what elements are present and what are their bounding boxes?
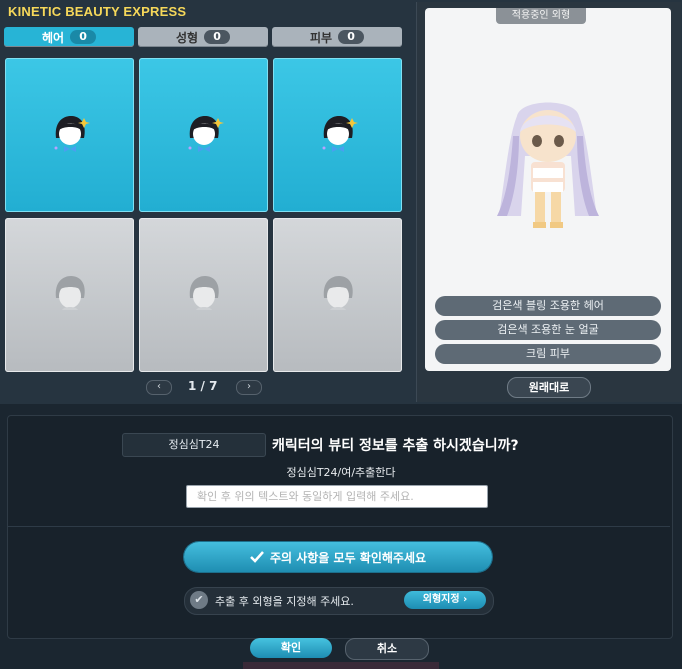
grid-item-empty	[139, 218, 268, 372]
hair-icon	[322, 116, 358, 152]
hair-icon	[54, 116, 90, 152]
tab-hair-label: 헤어	[41, 30, 65, 45]
reset-button[interactable]: 원래대로	[507, 377, 591, 398]
designate-look-button[interactable]: 외형지정 ›	[404, 591, 486, 609]
check-icon	[250, 551, 264, 563]
preview-label: 적용중인 외형	[496, 8, 586, 24]
grid-item[interactable]	[5, 58, 134, 212]
tab-skin-label: 피부	[309, 30, 333, 45]
character-name: 정심심T24	[122, 433, 266, 457]
next-page-button[interactable]: ›	[236, 380, 262, 395]
beauty-item-grid	[0, 52, 410, 378]
tab-hair-count: 0	[70, 30, 97, 44]
hair-icon	[188, 116, 224, 152]
tab-skin[interactable]: 피부 0	[272, 27, 402, 47]
bottom-strip	[243, 662, 439, 669]
cancel-button[interactable]: 취소	[345, 638, 429, 660]
tab-face-count: 0	[204, 30, 231, 44]
grid-item-empty	[273, 218, 402, 372]
grid-item[interactable]	[273, 58, 402, 212]
hair-placeholder-icon	[323, 276, 353, 310]
ok-button[interactable]: 확인	[250, 638, 332, 658]
page-indicator: 1 / 7	[188, 379, 218, 393]
tab-skin-count: 0	[338, 30, 365, 44]
look-face: 검은색 조용한 눈 얼굴	[435, 320, 661, 340]
look-hair: 검은색 블링 조용한 헤어	[435, 296, 661, 316]
grid-item-empty	[5, 218, 134, 372]
tab-hair[interactable]: 헤어 0	[4, 27, 134, 47]
hair-placeholder-icon	[55, 276, 85, 310]
prev-page-button[interactable]: ‹	[146, 380, 172, 395]
check-icon: ✔	[190, 591, 208, 609]
confirm-text-input[interactable]	[186, 485, 488, 508]
grid-item[interactable]	[139, 58, 268, 212]
chevron-right-icon: ›	[463, 594, 468, 605]
character-avatar	[497, 102, 599, 228]
look-skin: 크림 피부	[435, 344, 661, 364]
hair-placeholder-icon	[189, 276, 219, 310]
notice-confirm-label: 주의 사항을 모두 확인해주세요	[269, 550, 427, 565]
set-look-text: 추출 후 외형을 지정해 주세요.	[215, 595, 354, 608]
tab-face[interactable]: 성형 0	[138, 27, 268, 47]
preview-canvas	[425, 8, 671, 371]
divider	[8, 526, 670, 527]
tab-face-label: 성형	[175, 30, 199, 45]
confirm-instruction: 정심심T24/여/추출한다	[286, 466, 396, 479]
dialog-question: 캐릭터의 뷰티 정보를 추출 하시겠습니까?	[272, 438, 519, 454]
notice-confirm-button[interactable]: 주의 사항을 모두 확인해주세요	[184, 542, 492, 572]
designate-look-label: 외형지정	[422, 594, 460, 605]
window-title: KINETIC BEAUTY EXPRESS	[8, 4, 187, 19]
